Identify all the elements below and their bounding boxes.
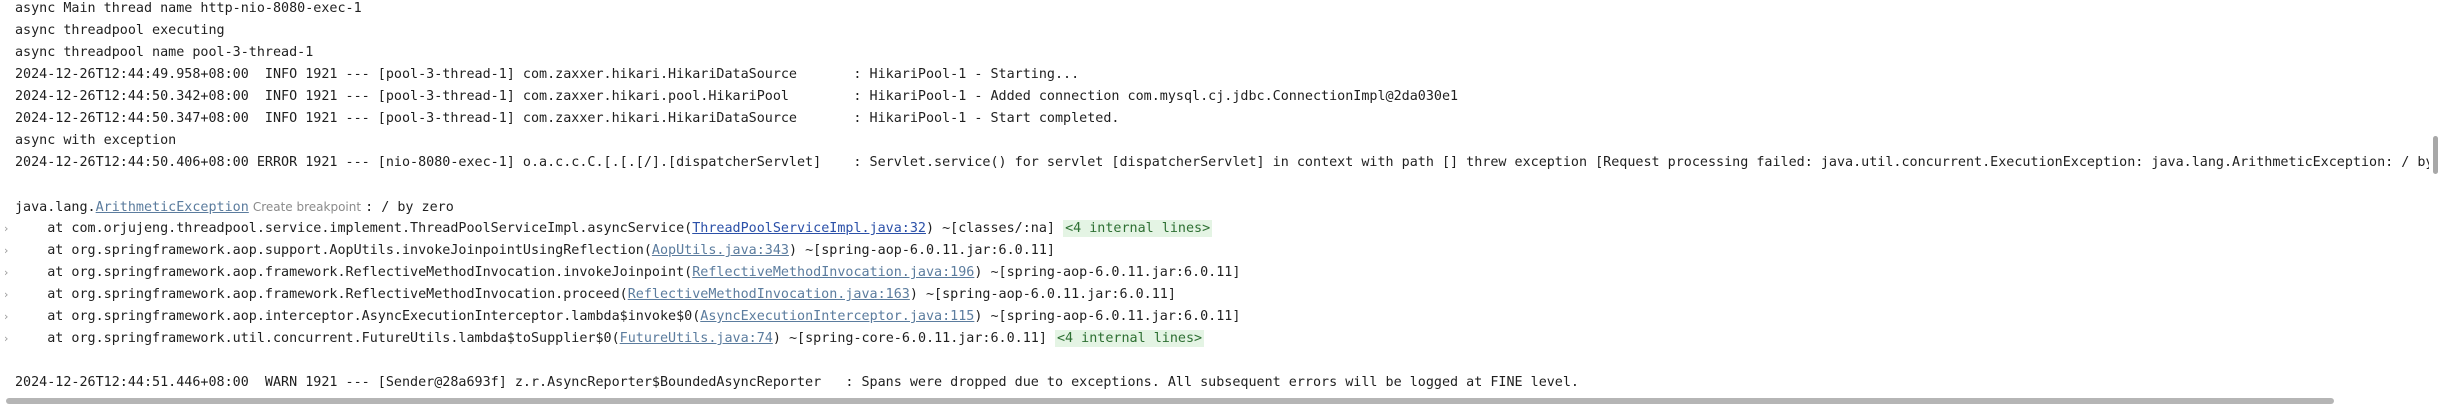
vertical-scrollbar-thumb[interactable] [2433,136,2438,174]
stack-frame: at org.springframework.aop.interceptor.A… [15,306,1240,328]
log-line: async threadpool name pool-3-thread-1 [15,45,314,60]
stack-frame-text: at org.springframework.aop.interceptor.A… [15,309,701,324]
exception-message: : / by zero [365,200,454,215]
stack-frame-text: at org.springframework.util.concurrent.F… [15,331,620,346]
source-file-link[interactable]: AopUtils.java:343 [652,243,789,258]
stack-frame: at com.orjujeng.threadpool.service.imple… [15,218,1213,240]
chevron-right-icon[interactable]: › [4,240,11,262]
vertical-scrollbar[interactable] [2429,0,2439,395]
source-file-link[interactable]: ReflectiveMethodInvocation.java:163 [628,287,910,302]
source-file-link[interactable]: ThreadPoolServiceImpl.java:32 [692,221,926,236]
stack-frame-suffix: ) ~[spring-aop-6.0.11.jar:6.0.11] [974,309,1241,324]
log-line: 2024-12-26T12:44:51.446+08:00 WARN 1921 … [15,375,1579,390]
stack-frame-text: at org.springframework.aop.framework.Ref… [15,265,693,280]
log-line: 2024-12-26T12:44:50.347+08:00 INFO 1921 … [15,111,1120,126]
stack-frame: at org.springframework.util.concurrent.F… [15,328,1205,350]
stack-frame-suffix: ) ~[spring-aop-6.0.11.jar:6.0.11] [909,287,1176,302]
log-line: 2024-12-26T12:44:50.406+08:00 ERROR 1921… [15,155,2429,170]
chevron-right-icon[interactable]: › [4,328,11,350]
horizontal-scrollbar[interactable] [0,395,2439,407]
stack-frame: at org.springframework.aop.framework.Ref… [15,262,1240,284]
stack-frame-suffix: ) ~[spring-aop-6.0.11.jar:6.0.11] [788,243,1055,258]
horizontal-scrollbar-thumb[interactable] [6,398,2334,404]
stack-frame-text: at org.springframework.aop.support.AopUt… [15,243,652,258]
stack-frame-suffix: ) ~[spring-aop-6.0.11.jar:6.0.11] [974,265,1241,280]
log-line: async Main thread name http-nio-8080-exe… [15,1,362,16]
exception-line: java.lang.ArithmeticException Create brea… [15,196,454,218]
chevron-right-icon[interactable]: › [4,218,11,240]
exception-class-link[interactable]: ArithmeticException [96,200,249,215]
exception-prefix: java.lang. [15,200,96,215]
log-line: 2024-12-26T12:44:49.958+08:00 INFO 1921 … [15,67,1080,82]
console-output[interactable]: async Main thread name http-nio-8080-exe… [0,0,2429,395]
source-file-link[interactable]: FutureUtils.java:74 [620,331,773,346]
create-breakpoint-link[interactable]: Create breakpoint [253,200,361,214]
stack-frame-text: at org.springframework.aop.framework.Ref… [15,287,628,302]
chevron-right-icon[interactable]: › [4,262,11,284]
chevron-right-icon[interactable]: › [4,306,11,328]
internal-lines-badge[interactable]: <4 internal lines> [1063,220,1213,237]
stack-frame-suffix: ) ~[classes/:na] [926,221,1064,236]
stack-frame: at org.springframework.aop.framework.Ref… [15,284,1176,306]
source-file-link[interactable]: ReflectiveMethodInvocation.java:196 [692,265,974,280]
stack-frame-text: at com.orjujeng.threadpool.service.imple… [15,221,693,236]
internal-lines-badge[interactable]: <4 internal lines> [1055,330,1205,347]
log-line: async with exception [15,133,177,148]
source-file-link[interactable]: AsyncExecutionInterceptor.java:115 [700,309,974,324]
stack-frame-suffix: ) ~[spring-core-6.0.11.jar:6.0.11] [772,331,1055,346]
chevron-right-icon[interactable]: › [4,284,11,306]
log-line: 2024-12-26T12:44:50.342+08:00 INFO 1921 … [15,89,1459,104]
log-line: async threadpool executing [15,23,225,38]
stack-frame: at org.springframework.aop.support.AopUt… [15,240,1055,262]
